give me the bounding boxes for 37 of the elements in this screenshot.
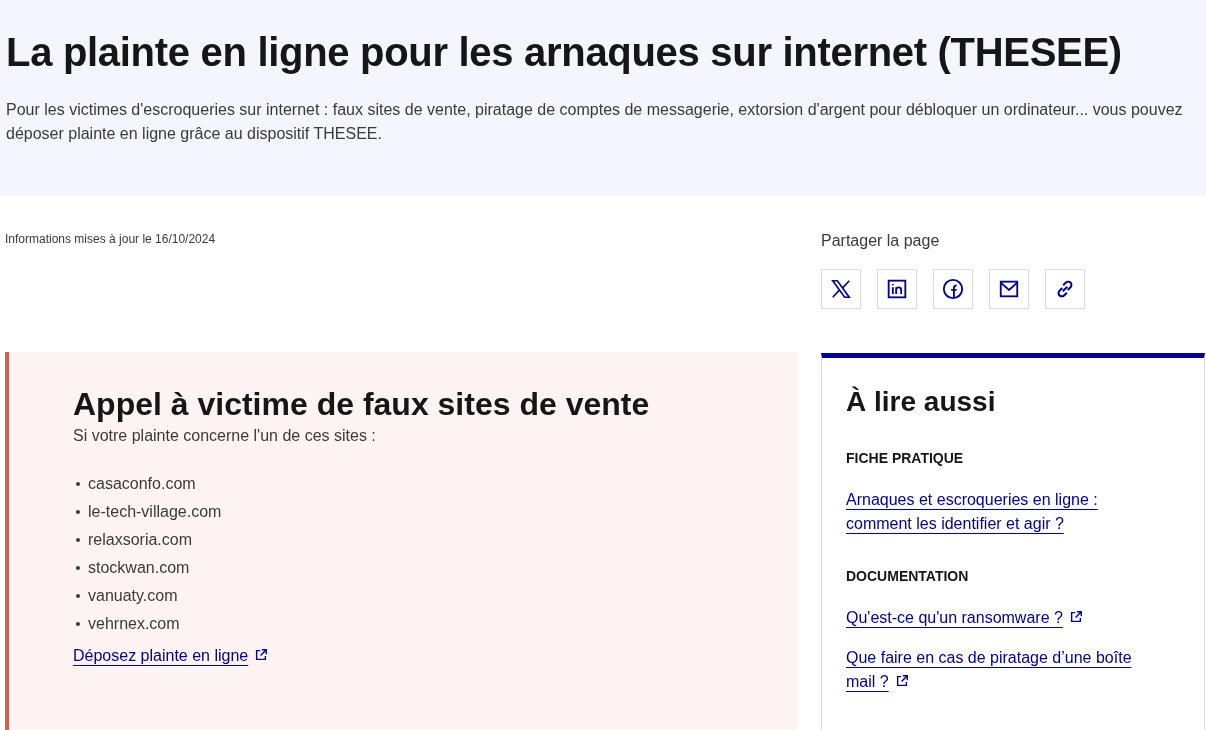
bullet-icon <box>76 566 80 570</box>
share-button[interactable] <box>1045 269 1085 309</box>
share-button[interactable] <box>933 269 973 309</box>
site-name: casaconfo.com <box>88 474 196 494</box>
x-logo-icon <box>830 278 852 300</box>
site-name: relaxsoria.com <box>88 530 193 550</box>
share-button[interactable] <box>877 269 917 309</box>
article-link[interactable]: Que faire en cas de piratage d’une boîte mail ? <box>846 646 1162 694</box>
article-link[interactable]: Arnaques et escroqueries en ligne : comment les identifier et agir ? <box>846 488 1162 536</box>
complaint-link[interactable]: Déposez plainte en ligne <box>73 644 269 668</box>
facebook-icon <box>942 278 964 300</box>
article-link[interactable]: Qu'est-ce qu'un ransomware ? <box>846 606 1162 630</box>
update-date: Informations mises à jour le 16/10/2024 <box>5 231 217 248</box>
bullet-icon <box>76 538 80 542</box>
share-button[interactable] <box>821 269 861 309</box>
share-button[interactable] <box>989 269 1029 309</box>
share-label: Partager la page <box>821 231 941 251</box>
site-name: stockwan.com <box>88 558 190 578</box>
site-name: vehrnex.com <box>88 614 180 634</box>
bullet-icon <box>76 510 80 514</box>
bullet-icon <box>76 622 80 626</box>
see-also-title: À lire aussi <box>846 385 997 419</box>
external-link-icon <box>254 648 269 662</box>
page-description: Pour les victimes d'escroqueries sur internet : faux sites de vente, piratage de comptes de messagerie, extorsion d'argent pour débloquer un ordinateur... vous pouvez déposer plainte en ligne grâce au dispositif THESEE. <box>6 100 1184 144</box>
alert-title: Appel à victime de faux sites de vente <box>73 385 651 424</box>
bullet-icon <box>76 594 80 598</box>
page-title: La plainte en ligne pour les arnaques sur internet (THESEE) <box>6 29 1123 76</box>
external-link-icon <box>1068 610 1083 624</box>
site-name: vanuaty.com <box>88 586 178 606</box>
email-icon <box>998 278 1020 300</box>
bullet-icon <box>76 482 80 486</box>
external-link-icon <box>894 674 909 688</box>
section-label: DOCUMENTATION <box>846 567 970 586</box>
linkedin-icon <box>887 279 907 299</box>
section-label: FICHE PRATIQUE <box>846 449 965 468</box>
site-name: le-tech-village.com <box>88 502 222 522</box>
alert-intro: Si votre plainte concerne l'un de ces sites : <box>73 426 377 446</box>
